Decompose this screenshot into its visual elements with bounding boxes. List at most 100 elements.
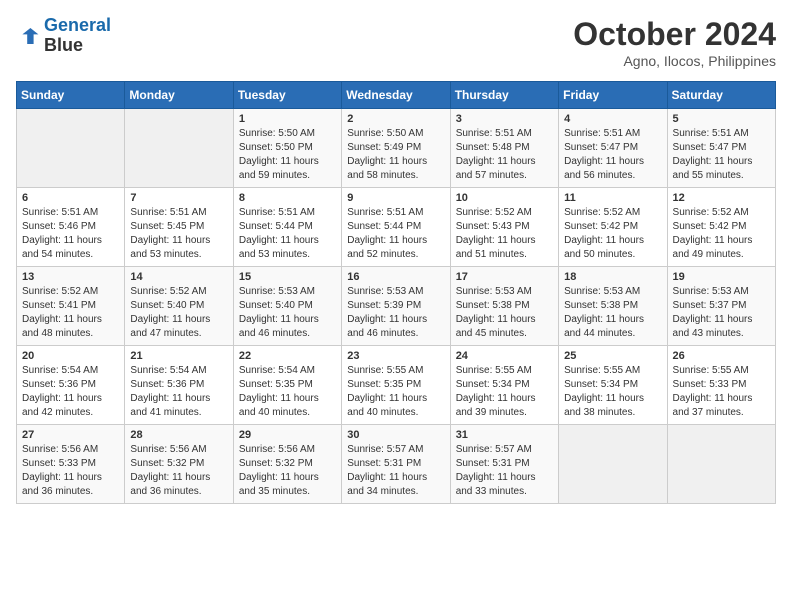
month-title: October 2024 (573, 16, 776, 53)
calendar-cell: 17 Sunrise: 5:53 AM Sunset: 5:38 PM Dayli… (450, 267, 558, 346)
day-number: 28 (130, 429, 227, 441)
calendar-cell: 9 Sunrise: 5:51 AM Sunset: 5:44 PM Daylig… (342, 188, 450, 267)
calendar-cell: 12Sunrise: 5:52 AM Sunset: 5:42 PM Dayli… (667, 188, 775, 267)
cell-content: Sunrise: 5:51 AM Sunset: 5:44 PM Dayligh… (239, 206, 336, 262)
day-number: 10 (456, 192, 553, 204)
cell-content: Sunrise: 5:55 AM Sunset: 5:35 PM Dayligh… (347, 364, 444, 420)
header-cell-tuesday: Tuesday (233, 82, 341, 109)
day-number: 18 (564, 271, 661, 283)
calendar-cell: 15 Sunrise: 5:53 AM Sunset: 5:40 PM Dayli… (233, 267, 341, 346)
calendar-cell: 29Sunrise: 5:56 AM Sunset: 5:32 PM Dayli… (233, 425, 341, 504)
day-number: 11 (564, 192, 661, 204)
cell-content: Sunrise: 5:51 AM Sunset: 5:44 PM Dayligh… (347, 206, 444, 262)
cell-content: Sunrise: 5:51 AM Sunset: 5:45 PM Dayligh… (130, 206, 227, 262)
calendar-cell (559, 425, 667, 504)
day-number: 27 (22, 429, 119, 441)
cell-content: Sunrise: 5:52 AM Sunset: 5:40 PM Dayligh… (130, 285, 227, 341)
week-row-1: 1Sunrise: 5:50 AM Sunset: 5:50 PM Daylig… (17, 109, 776, 188)
day-number: 29 (239, 429, 336, 441)
day-number: 21 (130, 350, 227, 362)
cell-content: Sunrise: 5:53 AM Sunset: 5:39 PM Dayligh… (347, 285, 444, 341)
week-row-2: 6 Sunrise: 5:51 AM Sunset: 5:46 PM Daylig… (17, 188, 776, 267)
calendar-cell: 2 Sunrise: 5:50 AM Sunset: 5:49 PM Daylig… (342, 109, 450, 188)
cell-content: Sunrise: 5:55 AM Sunset: 5:34 PM Dayligh… (456, 364, 553, 420)
cell-content: Sunrise: 5:57 AM Sunset: 5:31 PM Dayligh… (347, 443, 444, 499)
day-number: 30 (347, 429, 444, 441)
calendar-cell: 16 Sunrise: 5:53 AM Sunset: 5:39 PM Dayli… (342, 267, 450, 346)
logo-line2: Blue (44, 36, 111, 56)
cell-content: Sunrise: 5:56 AM Sunset: 5:32 PM Dayligh… (130, 443, 227, 499)
day-number: 20 (22, 350, 119, 362)
day-number: 7 (130, 192, 227, 204)
day-number: 2 (347, 113, 444, 125)
logo: General Blue (16, 16, 111, 56)
header-cell-saturday: Saturday (667, 82, 775, 109)
cell-content: Sunrise: 5:51 AM Sunset: 5:46 PM Dayligh… (22, 206, 119, 262)
day-number: 22 (239, 350, 336, 362)
day-number: 5 (673, 113, 770, 125)
day-number: 4 (564, 113, 661, 125)
cell-content: Sunrise: 5:52 AM Sunset: 5:43 PM Dayligh… (456, 206, 553, 262)
calendar-cell: 26Sunrise: 5:55 AM Sunset: 5:33 PM Dayli… (667, 346, 775, 425)
calendar-cell: 21 Sunrise: 5:54 AM Sunset: 5:36 PM Dayli… (125, 346, 233, 425)
calendar-cell: 18Sunrise: 5:53 AM Sunset: 5:38 PM Dayli… (559, 267, 667, 346)
calendar-cell: 28 Sunrise: 5:56 AM Sunset: 5:32 PM Dayli… (125, 425, 233, 504)
logo-icon (16, 26, 40, 46)
week-row-3: 13 Sunrise: 5:52 AM Sunset: 5:41 PM Dayli… (17, 267, 776, 346)
calendar-cell: 27Sunrise: 5:56 AM Sunset: 5:33 PM Dayli… (17, 425, 125, 504)
header-cell-thursday: Thursday (450, 82, 558, 109)
day-number: 15 (239, 271, 336, 283)
day-number: 31 (456, 429, 553, 441)
cell-content: Sunrise: 5:53 AM Sunset: 5:37 PM Dayligh… (673, 285, 770, 341)
cell-content: Sunrise: 5:55 AM Sunset: 5:33 PM Dayligh… (673, 364, 770, 420)
calendar-cell: 5 Sunrise: 5:51 AM Sunset: 5:47 PM Daylig… (667, 109, 775, 188)
title-block: October 2024 Agno, Ilocos, Philippines (573, 16, 776, 69)
day-number: 23 (347, 350, 444, 362)
cell-content: Sunrise: 5:51 AM Sunset: 5:48 PM Dayligh… (456, 127, 553, 183)
cell-content: Sunrise: 5:51 AM Sunset: 5:47 PM Dayligh… (564, 127, 661, 183)
calendar-cell: 8 Sunrise: 5:51 AM Sunset: 5:44 PM Daylig… (233, 188, 341, 267)
cell-content: Sunrise: 5:51 AM Sunset: 5:47 PM Dayligh… (673, 127, 770, 183)
calendar-cell: 31 Sunrise: 5:57 AM Sunset: 5:31 PM Dayli… (450, 425, 558, 504)
header-cell-monday: Monday (125, 82, 233, 109)
calendar-cell: 4 Sunrise: 5:51 AM Sunset: 5:47 PM Daylig… (559, 109, 667, 188)
week-row-5: 27Sunrise: 5:56 AM Sunset: 5:33 PM Dayli… (17, 425, 776, 504)
calendar-cell: 14 Sunrise: 5:52 AM Sunset: 5:40 PM Dayli… (125, 267, 233, 346)
day-number: 17 (456, 271, 553, 283)
calendar-cell: 10 Sunrise: 5:52 AM Sunset: 5:43 PM Dayli… (450, 188, 558, 267)
day-number: 19 (673, 271, 770, 283)
day-number: 24 (456, 350, 553, 362)
cell-content: Sunrise: 5:54 AM Sunset: 5:36 PM Dayligh… (130, 364, 227, 420)
calendar-cell: 3Sunrise: 5:51 AM Sunset: 5:48 PM Daylig… (450, 109, 558, 188)
calendar-cell: 23 Sunrise: 5:55 AM Sunset: 5:35 PM Dayli… (342, 346, 450, 425)
cell-content: Sunrise: 5:54 AM Sunset: 5:36 PM Dayligh… (22, 364, 119, 420)
header-cell-friday: Friday (559, 82, 667, 109)
cell-content: Sunrise: 5:57 AM Sunset: 5:31 PM Dayligh… (456, 443, 553, 499)
day-number: 14 (130, 271, 227, 283)
day-number: 1 (239, 113, 336, 125)
day-number: 25 (564, 350, 661, 362)
header-cell-sunday: Sunday (17, 82, 125, 109)
calendar-cell (17, 109, 125, 188)
cell-content: Sunrise: 5:54 AM Sunset: 5:35 PM Dayligh… (239, 364, 336, 420)
calendar-cell: 7 Sunrise: 5:51 AM Sunset: 5:45 PM Daylig… (125, 188, 233, 267)
cell-content: Sunrise: 5:53 AM Sunset: 5:40 PM Dayligh… (239, 285, 336, 341)
calendar-cell: 6 Sunrise: 5:51 AM Sunset: 5:46 PM Daylig… (17, 188, 125, 267)
day-number: 16 (347, 271, 444, 283)
week-row-4: 20 Sunrise: 5:54 AM Sunset: 5:36 PM Dayli… (17, 346, 776, 425)
location-subtitle: Agno, Ilocos, Philippines (573, 53, 776, 69)
cell-content: Sunrise: 5:52 AM Sunset: 5:42 PM Dayligh… (564, 206, 661, 262)
day-number: 8 (239, 192, 336, 204)
day-number: 9 (347, 192, 444, 204)
header-cell-wednesday: Wednesday (342, 82, 450, 109)
header-row: SundayMondayTuesdayWednesdayThursdayFrid… (17, 82, 776, 109)
calendar-cell: 11 Sunrise: 5:52 AM Sunset: 5:42 PM Dayli… (559, 188, 667, 267)
day-number: 13 (22, 271, 119, 283)
cell-content: Sunrise: 5:50 AM Sunset: 5:49 PM Dayligh… (347, 127, 444, 183)
calendar-cell: 20 Sunrise: 5:54 AM Sunset: 5:36 PM Dayli… (17, 346, 125, 425)
cell-content: Sunrise: 5:53 AM Sunset: 5:38 PM Dayligh… (456, 285, 553, 341)
calendar-cell: 13 Sunrise: 5:52 AM Sunset: 5:41 PM Dayli… (17, 267, 125, 346)
day-number: 6 (22, 192, 119, 204)
cell-content: Sunrise: 5:52 AM Sunset: 5:41 PM Dayligh… (22, 285, 119, 341)
cell-content: Sunrise: 5:52 AM Sunset: 5:42 PM Dayligh… (673, 206, 770, 262)
